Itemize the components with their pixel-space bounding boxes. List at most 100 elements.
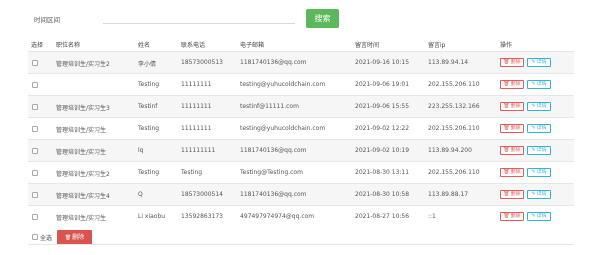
footer-divider: [28, 244, 574, 245]
pencil-icon: ✎: [531, 81, 536, 87]
detail-label: 详情: [536, 213, 547, 219]
row-checkbox[interactable]: [32, 148, 38, 154]
trash-icon: 🗑: [503, 191, 510, 197]
time-range-input[interactable]: [103, 9, 295, 24]
cell-time: 2021-08-30 13:11: [355, 169, 410, 176]
bulk-delete-button[interactable]: 🗑删除: [57, 230, 92, 245]
detail-button[interactable]: ✎详情: [527, 58, 551, 67]
cell-email: 1181740136@qq.com: [240, 191, 307, 198]
cell-phone: Testing: [181, 169, 203, 176]
delete-button[interactable]: 🗑删除: [500, 190, 524, 199]
cell-position: 管理培训生/实习生3: [56, 105, 110, 112]
detail-label: 详情: [536, 125, 547, 131]
table-row: 管理培训生/实习生2 Testing Testing Testing@Testing.…: [28, 161, 574, 183]
delete-button[interactable]: 🗑删除: [500, 58, 524, 67]
header-select: 选择: [31, 42, 44, 49]
cell-phone: 111111111: [181, 147, 216, 154]
cell-time: 2021-09-16 10:15: [355, 59, 410, 66]
delete-button[interactable]: 🗑删除: [500, 80, 524, 89]
table-header-row: 选择 职位名称 姓名 联系电话 电子邮箱 留言时间 留言ip 操作: [28, 37, 574, 51]
detail-button[interactable]: ✎详情: [527, 124, 551, 133]
detail-label: 详情: [536, 169, 547, 175]
trash-icon: 🗑: [503, 81, 510, 87]
cell-ip: 223.255.132.166: [428, 103, 480, 110]
row-checkbox[interactable]: [32, 192, 38, 198]
search-button[interactable]: 搜索: [306, 9, 339, 28]
delete-label: 删除: [510, 169, 521, 175]
delete-button[interactable]: 🗑删除: [500, 102, 524, 111]
cell-ip: 202.155.206.110: [428, 125, 480, 132]
detail-label: 详情: [536, 103, 547, 109]
cell-email: 1181740136@qq.com: [240, 147, 307, 154]
header-email: 电子邮箱: [240, 42, 265, 49]
header-time: 留言时间: [355, 42, 380, 49]
cell-ip: 202.155.206.110: [428, 81, 480, 88]
cell-email: 1181740136@qq.com: [240, 59, 307, 66]
row-checkbox[interactable]: [32, 104, 38, 110]
delete-button[interactable]: 🗑删除: [500, 146, 524, 155]
delete-label: 删除: [510, 103, 521, 109]
cell-phone: 13592863173: [181, 213, 223, 220]
cell-name: Testing: [138, 81, 160, 88]
cell-email: Testing@Testing.com: [240, 169, 303, 176]
detail-button[interactable]: ✎详情: [527, 168, 551, 177]
detail-button[interactable]: ✎详情: [527, 146, 551, 155]
cell-phone: 11111111: [181, 125, 212, 132]
cell-time: 2021-09-06 15:55: [355, 103, 410, 110]
row-checkbox[interactable]: [32, 60, 38, 66]
detail-label: 详情: [536, 191, 547, 197]
cell-email: testinf@11111.com: [240, 103, 299, 110]
table-row: 管理培训生/实习生 lq 111111111 1181740136@qq.com 202…: [28, 139, 574, 161]
delete-button[interactable]: 🗑删除: [500, 124, 524, 133]
cell-position: 管理培训生/实习生: [56, 127, 107, 134]
pencil-icon: ✎: [531, 169, 536, 175]
delete-label: 删除: [510, 125, 521, 131]
header-position: 职位名称: [56, 42, 81, 49]
detail-label: 详情: [536, 147, 547, 153]
header-name: 姓名: [138, 42, 151, 49]
table-row: 管理培训生/实习生3 Testinf 11111111 testinf@11111.c…: [28, 95, 574, 117]
cell-position: 管理培训生/实习生: [56, 215, 107, 222]
delete-label: 删除: [510, 59, 521, 65]
cell-name: Testing: [138, 169, 160, 176]
delete-button[interactable]: 🗑删除: [500, 212, 524, 221]
row-checkbox[interactable]: [32, 214, 38, 220]
cell-time: 2021-09-02 12:22: [355, 125, 410, 132]
row-checkbox[interactable]: [32, 126, 38, 132]
delete-label: 删除: [510, 191, 521, 197]
row-checkbox[interactable]: [32, 170, 38, 176]
cell-phone: 11111111: [181, 81, 212, 88]
detail-label: 详情: [536, 59, 547, 65]
trash-icon: 🗑: [503, 59, 510, 65]
trash-icon: 🗑: [503, 103, 510, 109]
detail-button[interactable]: ✎详情: [527, 190, 551, 199]
pencil-icon: ✎: [531, 147, 536, 153]
delete-button[interactable]: 🗑删除: [500, 168, 524, 177]
table-row: 管理培训生/实习生2 李小倩 18573000513 1181740136@qq.co…: [28, 51, 574, 73]
detail-button[interactable]: ✎详情: [527, 212, 551, 221]
cell-ip: 113.89.94.14: [428, 59, 469, 66]
pencil-icon: ✎: [531, 213, 536, 219]
cell-phone: 18573000513: [181, 59, 223, 66]
cell-name: Testinf: [138, 103, 158, 110]
cell-time: 2021-09-02 10:19: [355, 147, 410, 154]
cell-position: 管理培训生/实习生2: [56, 171, 110, 178]
cell-email: testing@yuhucoldchain.com: [240, 81, 326, 88]
cell-ip: 113.89.88.17: [428, 191, 469, 198]
detail-button[interactable]: ✎详情: [527, 80, 551, 89]
header-ops: 操作: [500, 42, 513, 49]
row-checkbox[interactable]: [32, 82, 38, 88]
cell-email: 497497974974@qq.com: [240, 213, 315, 220]
select-all-checkbox[interactable]: [32, 234, 38, 240]
trash-icon: 🗑: [503, 147, 510, 153]
delete-label: 删除: [510, 147, 521, 153]
cell-position: 管理培训生/实习生2: [56, 61, 110, 68]
trash-icon: 🗑: [503, 125, 510, 131]
trash-icon: 🗑: [503, 169, 510, 175]
cell-name: Li xiaobu: [138, 213, 166, 220]
detail-button[interactable]: ✎详情: [527, 102, 551, 111]
delete-label: 删除: [510, 81, 521, 87]
pencil-icon: ✎: [531, 59, 536, 65]
header-phone: 联系电话: [181, 42, 206, 49]
search-bar: 时间区间 搜索: [0, 0, 593, 30]
